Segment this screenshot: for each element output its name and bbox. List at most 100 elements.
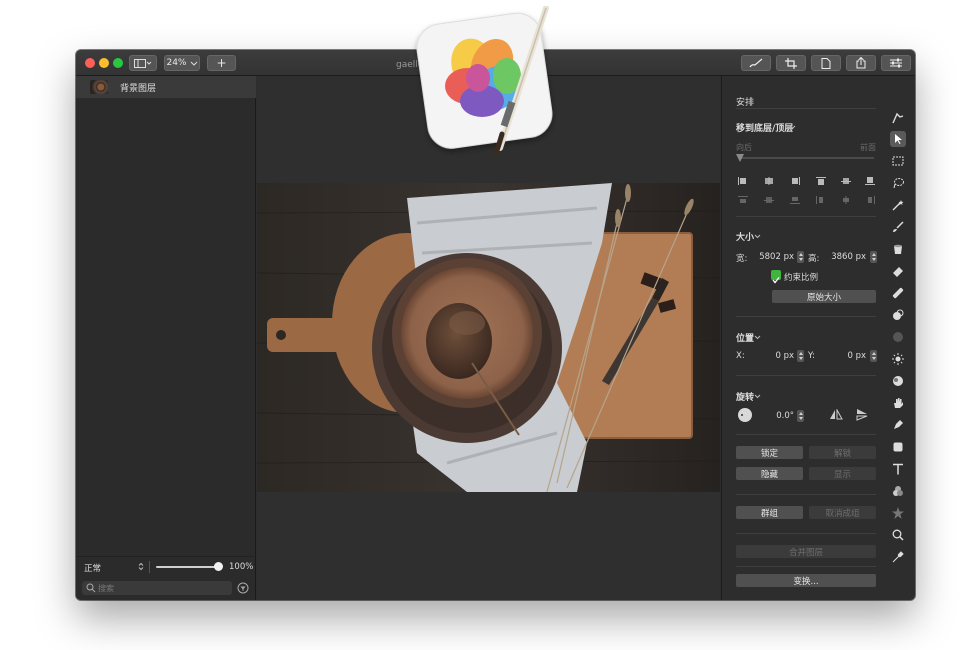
- eyedropper-tool[interactable]: [890, 549, 906, 565]
- size-section-title[interactable]: 大小: [736, 230, 754, 243]
- hide-button[interactable]: 隐藏: [736, 467, 803, 480]
- distribute-center-icon[interactable]: [764, 196, 774, 204]
- divider: [736, 375, 876, 376]
- layer-search-input[interactable]: 搜索: [82, 581, 232, 595]
- rotate-section-title[interactable]: 旋转: [736, 390, 754, 403]
- align-top-icon[interactable]: [816, 177, 826, 185]
- distribute-top-icon[interactable]: [816, 196, 826, 204]
- brush-tool[interactable]: [890, 219, 906, 235]
- rotation-dial[interactable]: [738, 408, 752, 422]
- inspector-tab-arrange[interactable]: 安排: [736, 95, 754, 108]
- align-right-icon[interactable]: [790, 177, 800, 185]
- show-button[interactable]: 显示: [809, 467, 876, 480]
- chevron-down-icon: [789, 125, 796, 130]
- group-button[interactable]: 群组: [736, 506, 803, 519]
- width-field[interactable]: 5802 px: [756, 252, 794, 262]
- zoom-select[interactable]: 24%: [164, 55, 200, 71]
- minimize-window-button[interactable]: [99, 58, 109, 68]
- layer-thumbnail: [90, 80, 108, 94]
- align-left-icon[interactable]: [738, 177, 748, 185]
- brush-mode-button[interactable]: [741, 55, 771, 71]
- opacity-slider-knob[interactable]: [214, 562, 223, 571]
- opacity-slider-track[interactable]: [156, 566, 220, 568]
- text-tool[interactable]: [890, 461, 906, 477]
- marquee-tool[interactable]: [890, 153, 906, 169]
- divider: [736, 316, 876, 317]
- zoom-window-button[interactable]: [113, 58, 123, 68]
- distribute-middle-icon[interactable]: [841, 196, 851, 204]
- sidebar-toggle-icon: [134, 58, 152, 68]
- canvas-photo[interactable]: [257, 183, 720, 492]
- pointer-tool[interactable]: [890, 131, 906, 147]
- shape-tool[interactable]: [890, 439, 906, 455]
- add-layer-button[interactable]: +: [207, 55, 236, 71]
- search-placeholder: 搜索: [98, 584, 114, 593]
- layer-row[interactable]: 背景图层: [76, 76, 256, 98]
- merge-layers-button[interactable]: 合并图层: [736, 545, 876, 558]
- adjust-button[interactable]: [881, 55, 911, 71]
- divider: [736, 566, 876, 567]
- magic-wand-icon: [892, 200, 904, 211]
- original-size-button[interactable]: 原始大小: [772, 290, 876, 303]
- width-label: 宽:: [736, 254, 748, 264]
- retouch-tool[interactable]: [890, 285, 906, 301]
- add-label: +: [216, 56, 227, 70]
- flip-vertical-icon[interactable]: [856, 408, 868, 421]
- lighten-tool[interactable]: [890, 351, 906, 367]
- arrange-slider-track[interactable]: [738, 157, 874, 159]
- arrange-section-title[interactable]: 移到底层/顶层: [736, 121, 793, 134]
- close-window-button[interactable]: [85, 58, 95, 68]
- share-icon: [856, 57, 866, 69]
- distribute-bottom-icon[interactable]: [865, 196, 875, 204]
- position-section-title[interactable]: 位置: [736, 331, 754, 344]
- distribute-right-icon[interactable]: [790, 196, 800, 204]
- distribute-left-icon[interactable]: [738, 196, 748, 204]
- view-menu-button[interactable]: [129, 55, 157, 71]
- filter-icon[interactable]: [237, 582, 249, 594]
- unlock-button[interactable]: 解锁: [809, 446, 876, 459]
- effects-tool[interactable]: [890, 505, 906, 521]
- flip-horizontal-icon[interactable]: [829, 409, 843, 420]
- constrain-checkbox[interactable]: [771, 270, 781, 284]
- lasso-icon: [893, 178, 904, 189]
- y-field[interactable]: 0 px: [832, 351, 866, 361]
- align-bottom-icon[interactable]: [865, 177, 875, 185]
- color-tool[interactable]: [890, 483, 906, 499]
- x-stepper[interactable]: [797, 350, 804, 362]
- hand-tool[interactable]: [890, 395, 906, 411]
- crop-button[interactable]: [776, 55, 806, 71]
- blend-mode-select[interactable]: 正常: [84, 562, 101, 574]
- divider: [736, 108, 876, 109]
- rotation-stepper[interactable]: [797, 410, 804, 422]
- width-stepper[interactable]: [797, 251, 804, 263]
- clone-tool[interactable]: [890, 307, 906, 323]
- divider: [736, 434, 876, 435]
- rotation-field[interactable]: 0.0°: [766, 411, 794, 421]
- document-button[interactable]: [811, 55, 841, 71]
- height-field[interactable]: 3860 px: [826, 252, 866, 262]
- brush-icon: [893, 221, 904, 232]
- share-button[interactable]: [846, 55, 876, 71]
- y-stepper[interactable]: [870, 350, 877, 362]
- lasso-tool[interactable]: [890, 175, 906, 191]
- transform-button[interactable]: 变换...: [736, 574, 876, 587]
- color-icon: [893, 486, 903, 496]
- height-stepper[interactable]: [870, 251, 877, 263]
- pen-tool[interactable]: [890, 417, 906, 433]
- layer-name: 背景图层: [120, 84, 157, 94]
- zoom-tool[interactable]: [890, 527, 906, 543]
- align-center-h-icon[interactable]: [764, 177, 774, 185]
- distort-tool[interactable]: [890, 373, 906, 389]
- eraser-tool[interactable]: [890, 263, 906, 279]
- x-field[interactable]: 0 px: [762, 351, 794, 361]
- blur-tool[interactable]: [890, 329, 906, 345]
- arrange-front-label: 前面: [860, 143, 876, 152]
- magic-wand-tool[interactable]: [890, 197, 906, 213]
- ungroup-button[interactable]: 取消成组: [809, 506, 876, 519]
- zoom-icon: [892, 529, 904, 541]
- arrange-tool[interactable]: [890, 110, 906, 126]
- brush-icon: [749, 58, 763, 68]
- bucket-tool[interactable]: [890, 241, 906, 257]
- align-center-v-icon[interactable]: [841, 177, 851, 185]
- lock-button[interactable]: 锁定: [736, 446, 803, 459]
